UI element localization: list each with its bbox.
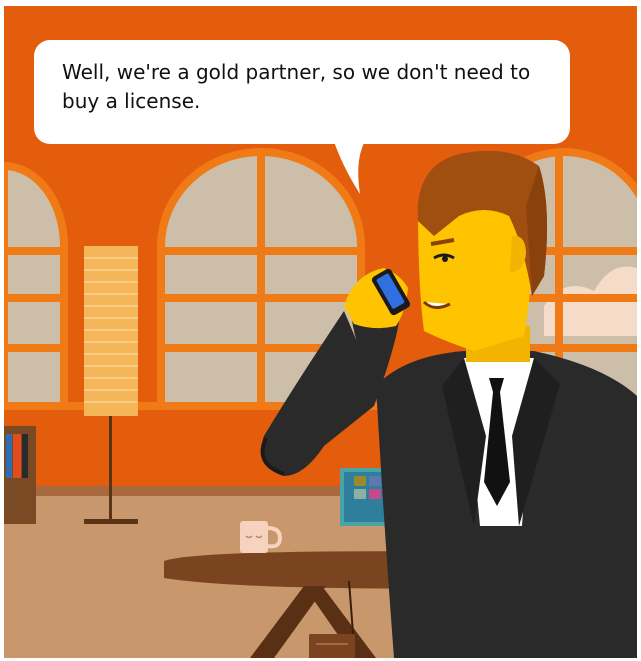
window-left	[4, 162, 68, 406]
speech-bubble-text: Well, we're a gold partner, so we don't …	[62, 60, 531, 113]
speech-bubble: Well, we're a gold partner, so we don't …	[34, 40, 570, 144]
floor-box	[309, 634, 355, 658]
bookshelf	[4, 426, 36, 524]
speech-bubble-tail	[332, 136, 368, 194]
comic-panel: Well, we're a gold partner, so we don't …	[4, 6, 637, 658]
